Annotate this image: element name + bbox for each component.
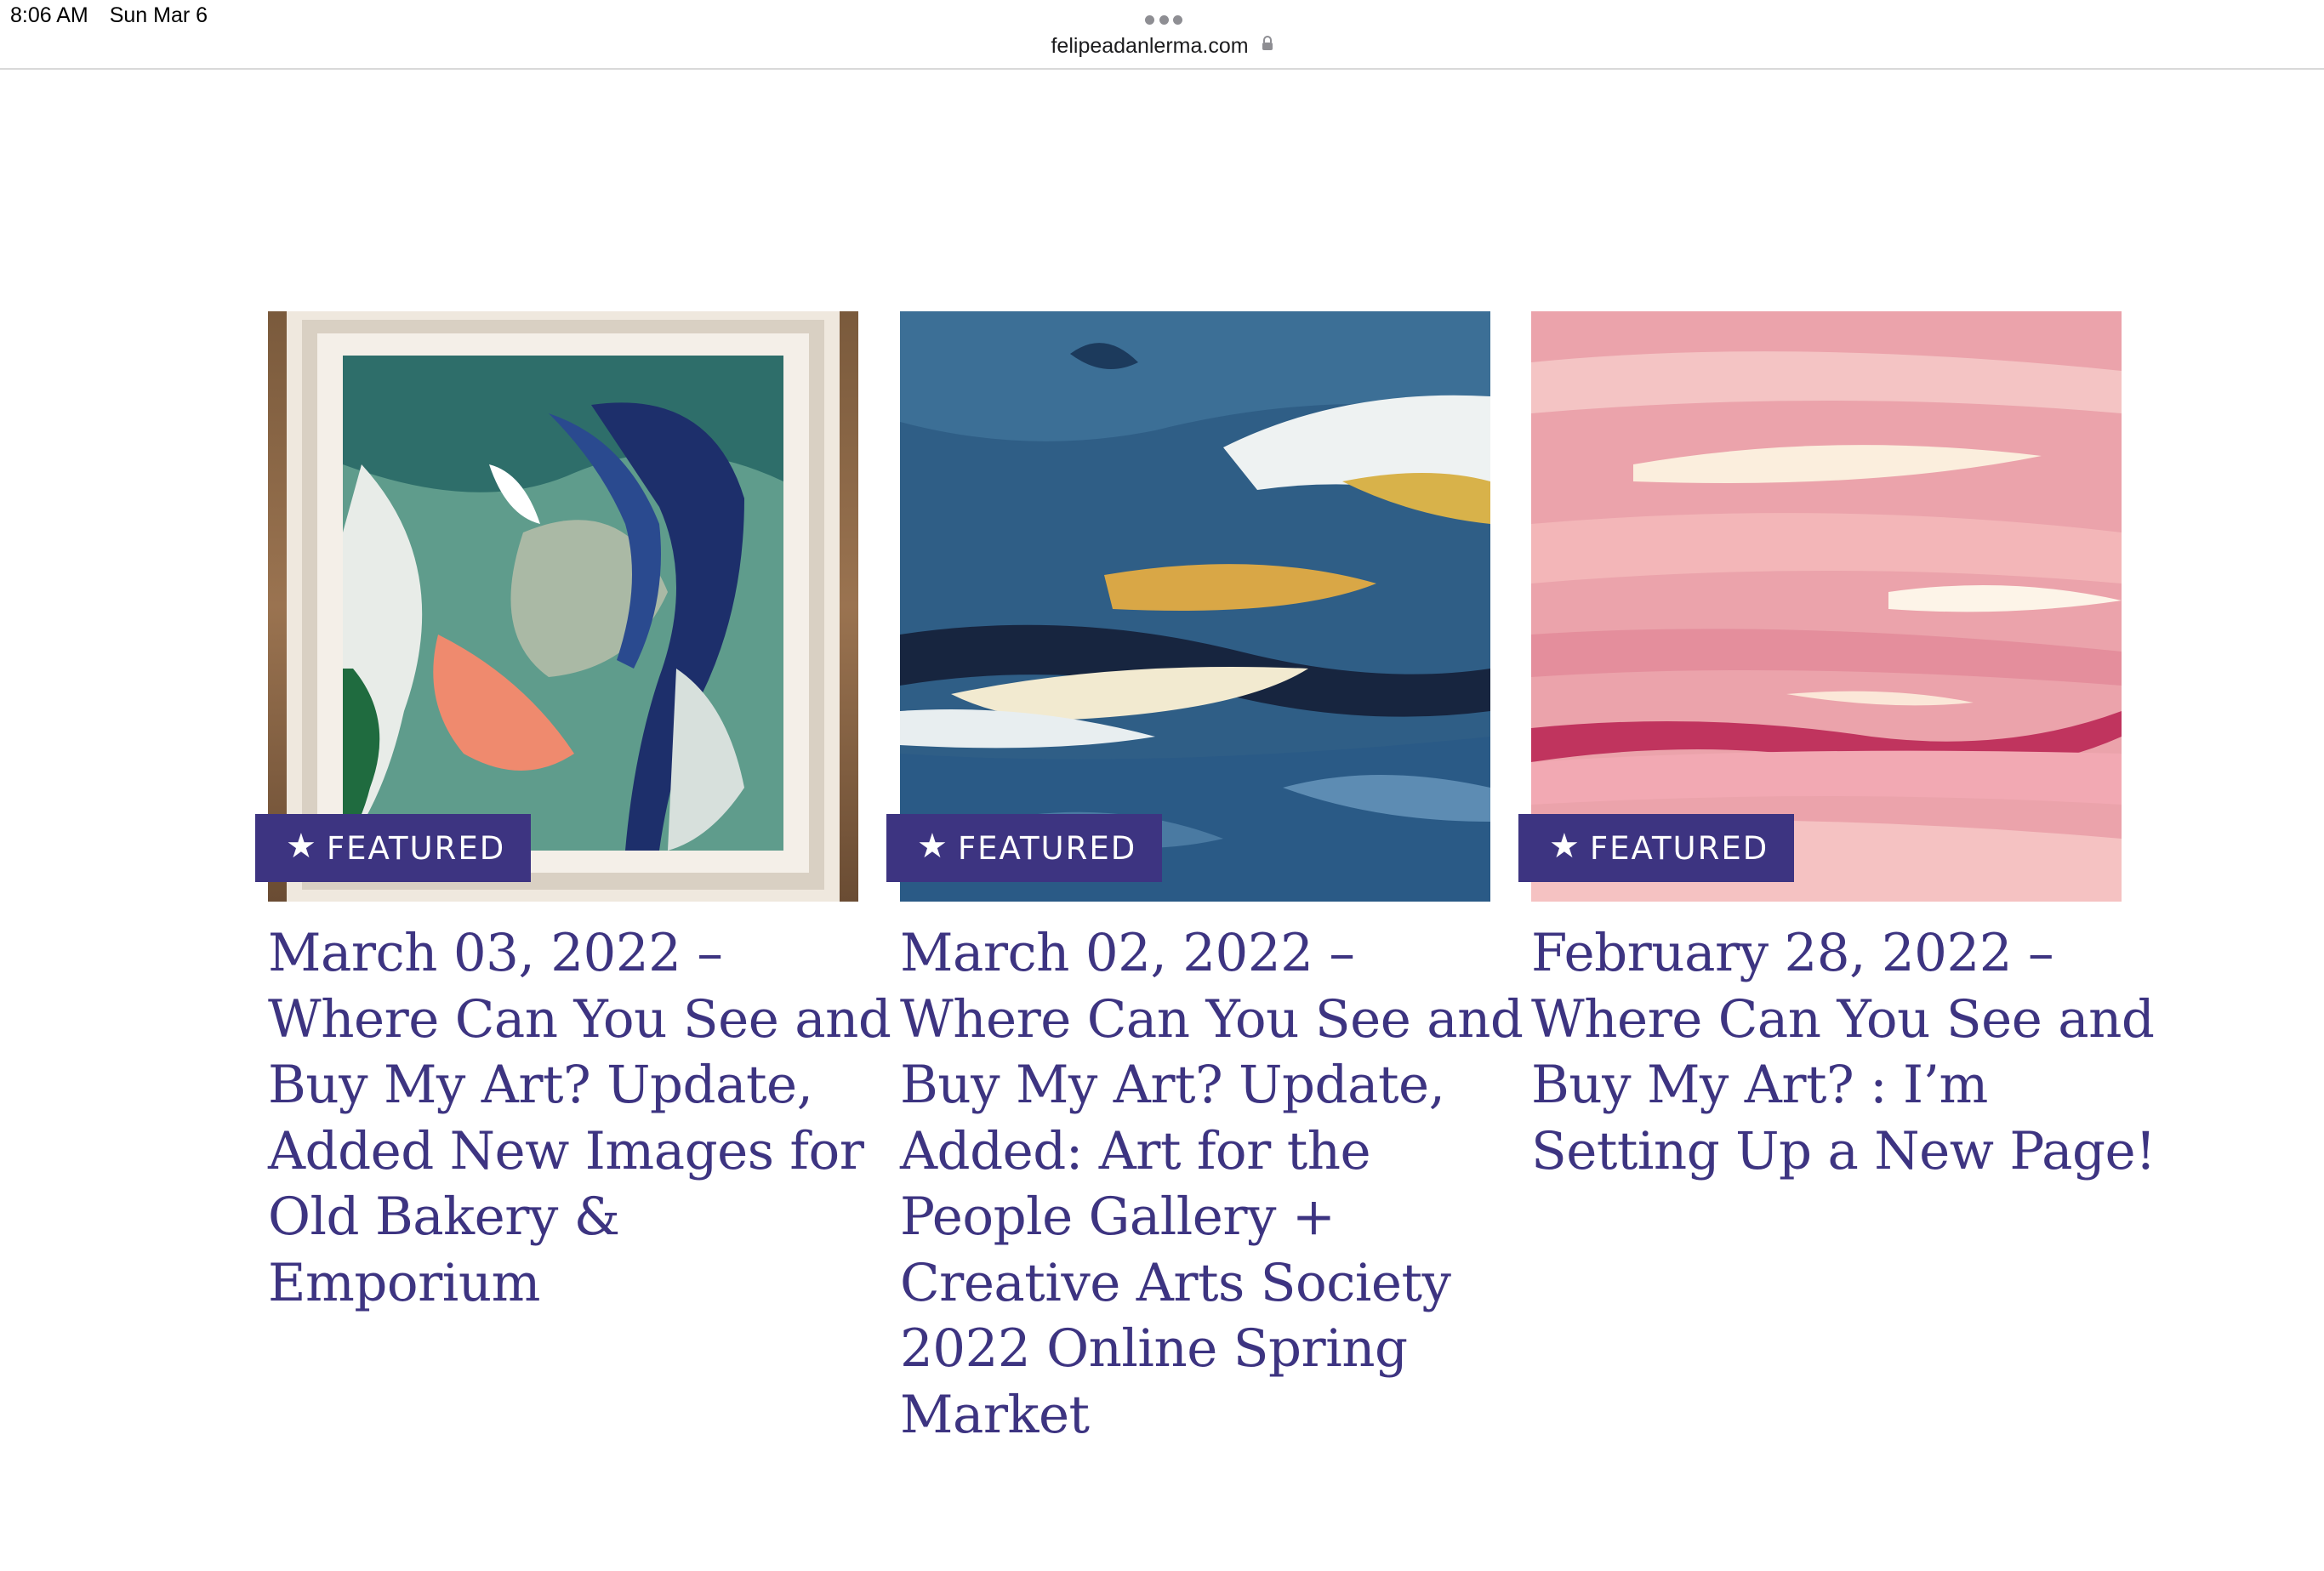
post-card-3 [1531,311,2122,902]
post-thumbnail-2[interactable] [900,311,1490,902]
badge-label: FEATURED [326,829,506,867]
post-card-2 [900,311,1490,902]
status-date: Sun Mar 6 [109,3,208,27]
title-line[interactable]: Buy My Art? Update, [268,1052,863,1118]
title-line[interactable]: Buy My Art? : I’m [1531,1052,2127,1118]
featured-badge-1: ★ FEATURED [255,814,531,882]
title-line[interactable]: Where Can You See and [1531,987,2155,1053]
title-line[interactable]: Added: Art for the [900,1118,1495,1185]
title-line[interactable]: Market [900,1382,1495,1449]
title-line[interactable]: March 03, 2022 – [268,920,863,987]
title-line[interactable]: Setting Up a New Page! [1531,1118,2156,1185]
title-line[interactable]: Buy My Art? Update, [900,1052,1495,1118]
star-icon: ★ [1549,827,1581,866]
title-line[interactable]: Emporium [268,1250,863,1317]
post-thumbnail-3[interactable] [1531,311,2122,902]
post-title-3[interactable]: February 28, 2022 – Where Can You See an… [1531,920,2156,1185]
post-title-2[interactable]: March 02, 2022 – Where Can You See and B… [900,920,1524,1449]
post-thumbnail-1[interactable] [268,311,858,902]
featured-badge-3: ★ FEATURED [1518,814,1794,882]
ellipsis-icon[interactable] [1145,15,1182,26]
post-title-1[interactable]: March 03, 2022 – Where Can You See and B… [268,920,891,1317]
star-icon: ★ [917,827,949,866]
title-line[interactable]: 2022 Online Spring [900,1316,1495,1382]
post-card-1 [268,311,858,902]
status-time: 8:06 AM [10,3,88,27]
title-line[interactable]: March 02, 2022 – [900,920,1495,987]
title-line[interactable]: February 28, 2022 – [1531,920,2127,987]
title-line[interactable]: Old Bakery & [268,1184,863,1250]
url-text[interactable]: felipeadanlerma.com [1051,34,1248,58]
title-line[interactable]: People Gallery + [900,1184,1495,1250]
status-time-date: 8:06 AM Sun Mar 6 [10,3,223,28]
address-bar[interactable]: felipeadanlerma.com [0,34,2324,60]
badge-label: FEATURED [1589,829,1769,867]
title-line[interactable]: Where Can You See and [900,987,1524,1053]
star-icon: ★ [286,827,318,866]
title-line[interactable]: Added New Images for [268,1118,864,1185]
featured-badge-2: ★ FEATURED [886,814,1162,882]
title-line[interactable]: Where Can You See and [268,987,891,1053]
lock-icon [1262,32,1273,57]
badge-label: FEATURED [957,829,1137,867]
status-bar: 8:06 AM Sun Mar 6 felipeadanlerma.com [0,0,2324,70]
title-line[interactable]: Creative Arts Society [900,1250,1495,1317]
